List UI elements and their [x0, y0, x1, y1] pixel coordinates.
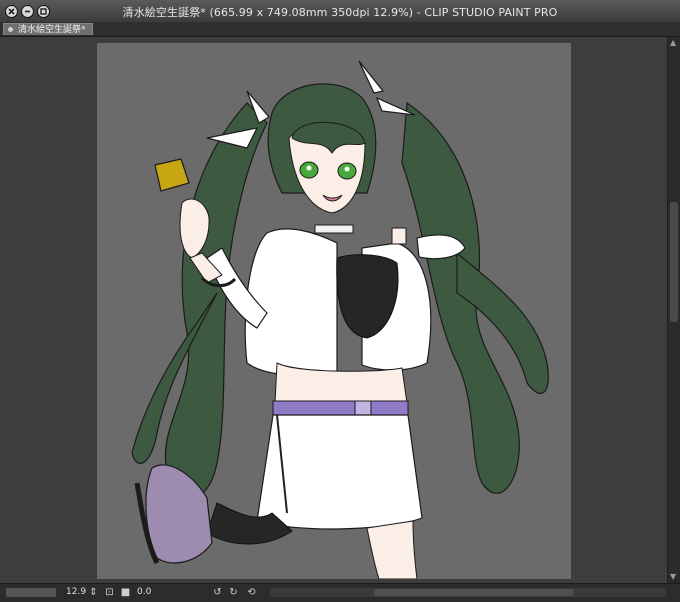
maximize-icon[interactable] — [37, 4, 50, 18]
close-icon[interactable] — [5, 4, 18, 18]
canvas-viewport[interactable] — [0, 37, 667, 583]
scroll-up-icon[interactable]: ▲ — [670, 39, 678, 47]
scroll-down-icon[interactable]: ▼ — [670, 573, 678, 581]
zoom-value[interactable]: 12.9 — [66, 587, 86, 597]
document-tab-label: 清水絵空生誕祭* — [18, 25, 86, 35]
belt-buckle — [354, 400, 372, 416]
horizontal-scrollbar[interactable] — [270, 588, 666, 597]
zoom-slider[interactable] — [6, 588, 56, 597]
artwork — [131, 60, 549, 579]
document-tab-bar: 清水絵空生誕祭* — [0, 22, 680, 37]
vertical-scroll-thumb[interactable] — [670, 202, 678, 322]
vertical-scrollbar[interactable]: ▲ ▼ — [667, 37, 680, 583]
tab-close-icon[interactable] — [8, 27, 13, 32]
jacket — [206, 228, 466, 377]
title-bar: 清水絵空生誕祭* (665.99 x 749.08mm 350dpi 12.9%… — [0, 0, 680, 23]
rotate-right-icon[interactable]: ↻ — [228, 587, 239, 598]
card — [154, 158, 190, 192]
face — [288, 121, 366, 214]
document-tab[interactable]: 清水絵空生誕祭* — [3, 23, 93, 35]
belt — [272, 400, 409, 416]
fit-icon[interactable]: ⊡ — [104, 587, 115, 598]
reset-rotation-icon[interactable]: ⟲ — [246, 587, 257, 598]
actual-size-icon[interactable]: ■ — [120, 587, 131, 598]
window-controls — [5, 4, 50, 18]
zoom-stepper-icon[interactable]: ⇕ — [88, 587, 99, 598]
minimize-icon[interactable] — [21, 4, 34, 18]
drawing-canvas[interactable] — [97, 43, 571, 579]
rotation-value[interactable]: 0.0 — [137, 587, 151, 597]
window-title: 清水絵空生誕祭* (665.99 x 749.08mm 350dpi 12.9%… — [122, 6, 558, 19]
rotate-left-icon[interactable]: ↺ — [212, 587, 223, 598]
horizontal-scroll-thumb[interactable] — [374, 589, 574, 596]
status-bar: 12.9 ⇕ ⊡ ■ 0.0 ↺ ↻ ⟲ — [0, 583, 680, 602]
skirt — [256, 414, 423, 530]
cheek-hand — [391, 227, 407, 245]
choker — [314, 224, 354, 234]
